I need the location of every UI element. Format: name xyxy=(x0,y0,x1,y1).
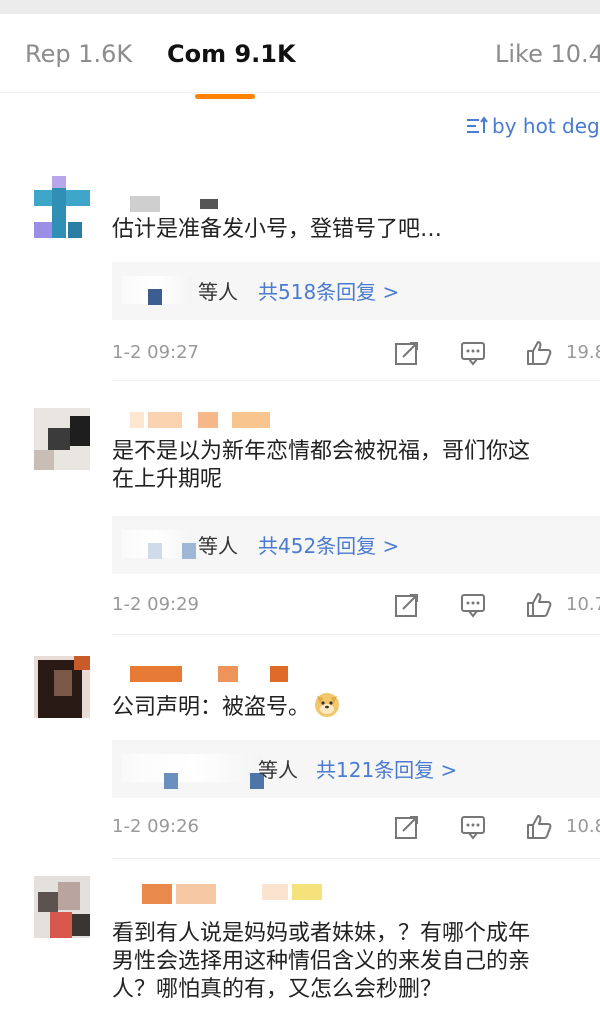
comment-item: 是不是以为新年恋情都会被祝福，哥们你这 在上升期呢 等人 共452条回复 > 1… xyxy=(0,408,600,635)
comment-text-line: 公司声明：被盗号。 xyxy=(112,692,600,722)
reply-count-link[interactable]: 共518条回复 > xyxy=(258,276,399,305)
tab-bar: Rep 1.6K Com 9.1K Like 10.4 xyxy=(0,14,600,99)
reply-author-redacted xyxy=(182,543,196,559)
comment-text: 看到有人说是妈妈或者妹妹，？有哪个成年 男性会选择用这种情侣含义的来发自己的亲 … xyxy=(112,920,600,1004)
comment-icon[interactable] xyxy=(460,814,486,840)
share-icon[interactable] xyxy=(394,340,420,366)
comment-time: 1-2 09:29 xyxy=(112,594,199,615)
comment-text: 公司声明：被盗号。 xyxy=(112,692,600,722)
doge-emoji xyxy=(315,693,340,717)
comment-text-line: 人？哪怕真的有，又怎么会秒删？ xyxy=(112,977,443,1002)
reply-count-link[interactable]: 共452条回复 > xyxy=(258,530,399,559)
tab-likes[interactable]: Like 10.4 xyxy=(495,40,600,68)
like-count: 10.7 xyxy=(566,594,600,615)
reply-who: 等人 xyxy=(198,280,238,304)
comment-time: 1-2 09:26 xyxy=(112,816,199,837)
reply-summary[interactable]: 等人 共121条回复 > xyxy=(112,740,600,798)
comment-text-line: 估计是准备发小号，登错号了吧… xyxy=(112,217,443,242)
reply-who: 等人 xyxy=(198,534,238,558)
comment-item: 看到有人说是妈妈或者妹妹，？有哪个成年 男性会选择用这种情侣含义的来发自己的亲 … xyxy=(0,876,600,1024)
username-redacted[interactable] xyxy=(112,666,292,682)
comment-item: 公司声明：被盗号。 等人 共121条回复 > 1-2 09:26 10.8 xyxy=(0,656,600,859)
reply-count-link[interactable]: 共121条回复 > xyxy=(316,754,457,783)
reply-summary[interactable]: 等人 共518条回复 > xyxy=(112,262,600,320)
reply-author-redacted xyxy=(148,289,162,305)
status-strip xyxy=(0,0,600,14)
comment-text-line: 是不是以为新年恋情都会被祝福，哥们你这 xyxy=(112,439,531,464)
username-redacted[interactable] xyxy=(112,196,232,212)
like-icon[interactable] xyxy=(526,340,552,366)
reply-summary[interactable]: 等人 共452条回复 > xyxy=(112,516,600,574)
like-count: 10.8 xyxy=(566,816,600,837)
sort-label: by hot degr xyxy=(492,114,600,138)
comment-item: 估计是准备发小号，登错号了吧… 等人 共518条回复 > 1-2 09:27 1… xyxy=(0,176,600,386)
reply-author-redacted xyxy=(148,543,162,559)
comment-text: 是不是以为新年恋情都会被祝福，哥们你这 在上升期呢 xyxy=(112,438,600,494)
comment-text-line: 男性会选择用这种情侣含义的来发自己的亲 xyxy=(112,949,531,974)
avatar[interactable] xyxy=(34,176,90,238)
like-icon[interactable] xyxy=(526,814,552,840)
avatar[interactable] xyxy=(34,876,90,938)
sort-button[interactable]: by hot degr xyxy=(466,114,600,138)
like-icon[interactable] xyxy=(526,592,552,618)
sort-icon xyxy=(467,116,488,133)
avatar[interactable] xyxy=(34,408,90,470)
comment-meta: 1-2 09:29 10.7 xyxy=(112,592,600,622)
username-redacted[interactable] xyxy=(112,884,332,904)
username-redacted[interactable] xyxy=(112,412,282,428)
tab-reposts[interactable]: Rep 1.6K xyxy=(25,40,132,68)
comment-meta: 1-2 09:27 19.8 xyxy=(112,340,600,370)
comment-text: 估计是准备发小号，登错号了吧… xyxy=(112,216,600,244)
like-count: 19.8 xyxy=(566,342,600,363)
share-icon[interactable] xyxy=(394,814,420,840)
comment-text-line: 看到有人说是妈妈或者妹妹，？有哪个成年 xyxy=(112,921,531,946)
comment-meta: 1-2 09:26 10.8 xyxy=(112,814,600,844)
divider xyxy=(112,858,600,859)
divider xyxy=(112,380,600,381)
comment-icon[interactable] xyxy=(460,340,486,366)
comment-text: 公司声明：被盗号。 xyxy=(112,695,311,720)
reply-who: 等人 xyxy=(258,758,298,782)
reply-author-redacted xyxy=(164,773,178,789)
active-tab-indicator xyxy=(195,94,255,99)
comment-icon[interactable] xyxy=(460,592,486,618)
comment-text-line: 在上升期呢 xyxy=(112,467,223,492)
share-icon[interactable] xyxy=(394,592,420,618)
divider xyxy=(112,634,600,635)
tab-comments[interactable]: Com 9.1K xyxy=(167,40,296,68)
comment-time: 1-2 09:27 xyxy=(112,342,199,363)
avatar[interactable] xyxy=(34,656,90,718)
reply-author-redacted xyxy=(122,754,262,782)
